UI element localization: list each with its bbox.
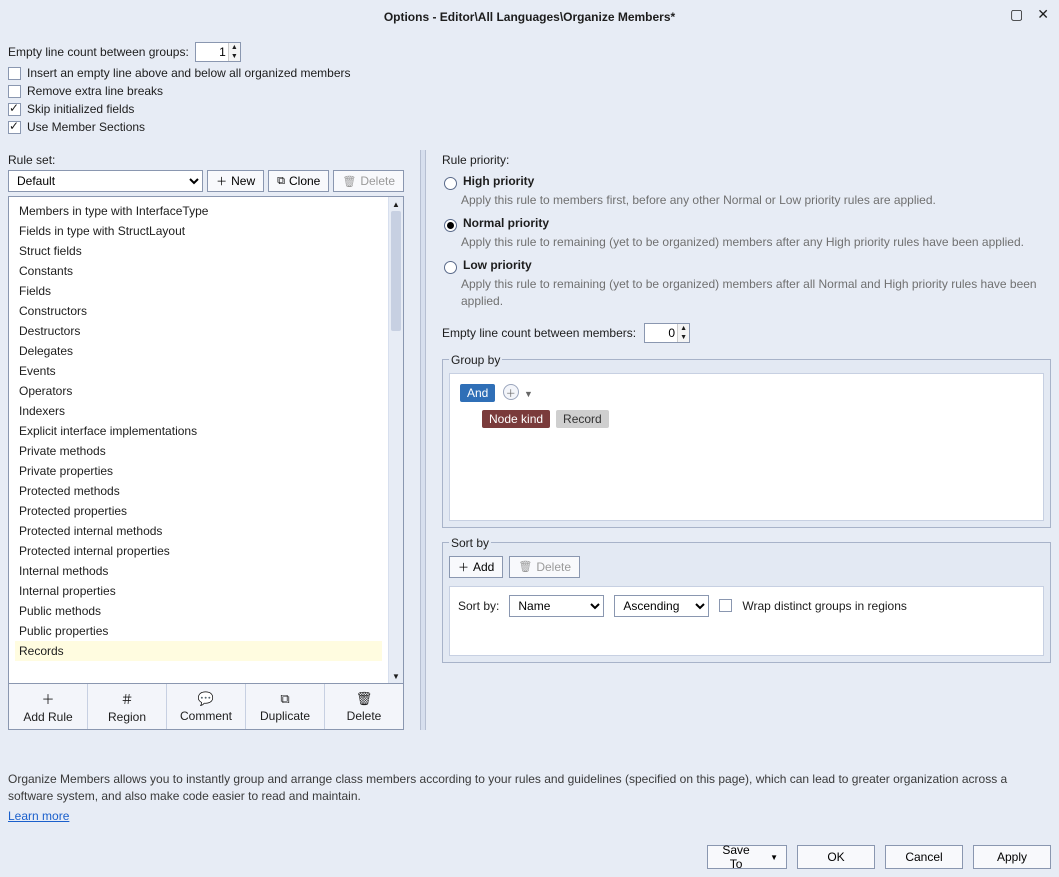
rule-item[interactable]: Operators	[15, 381, 382, 401]
sort-by-label: Sort by:	[458, 599, 499, 613]
priority-low-radio[interactable]	[444, 261, 457, 274]
copy-icon: ⧉	[277, 175, 285, 188]
rule-item[interactable]: Public methods	[15, 601, 382, 621]
ruleset-select[interactable]: Default	[8, 170, 203, 192]
rule-item[interactable]: Protected properties	[15, 501, 382, 521]
add-condition-button[interactable]: ＋	[503, 384, 519, 400]
delete-ruleset-button: 🗑 Delete	[333, 170, 404, 192]
members-line-label: Empty line count between members:	[442, 326, 636, 340]
trash-icon: 🗑	[342, 175, 356, 188]
scroll-up-icon[interactable]: ▲	[389, 197, 403, 211]
toolbar-icon: ＋	[41, 689, 54, 708]
rule-item[interactable]: Public properties	[15, 621, 382, 641]
clone-button[interactable]: ⧉ Clone	[268, 170, 329, 192]
line-count-label: Empty line count between groups:	[8, 45, 189, 59]
rule-item[interactable]: Delegates	[15, 341, 382, 361]
priority-label: Rule priority:	[442, 150, 1051, 170]
logic-chip[interactable]: And	[460, 384, 495, 402]
rules-list[interactable]: Members in type with InterfaceTypeFields…	[9, 197, 388, 683]
priority-normal-radio[interactable]	[444, 219, 457, 232]
rule-item[interactable]: Struct fields	[15, 241, 382, 261]
priority-high-label[interactable]: High priority	[463, 174, 534, 188]
toolbar-icon: 💬	[198, 691, 214, 707]
sort-by-legend: Sort by	[449, 536, 491, 550]
priority-low-desc: Apply this rule to remaining (yet to be …	[461, 276, 1051, 308]
rule-item[interactable]: Events	[15, 361, 382, 381]
apply-button[interactable]: Apply	[973, 845, 1051, 869]
skip-init-label[interactable]: Skip initialized fields	[27, 102, 134, 116]
delete-sort-button: 🗑 Delete	[509, 556, 580, 578]
save-to-button[interactable]: Save To	[707, 845, 787, 869]
spinner-up-icon[interactable]: ▲	[228, 43, 240, 52]
help-text: Organize Members allows you to instantly…	[8, 771, 1051, 805]
rule-item[interactable]: Protected internal methods	[15, 521, 382, 541]
rule-item[interactable]: Indexers	[15, 401, 382, 421]
chevron-down-icon[interactable]: ▼	[524, 389, 533, 399]
add-sort-button[interactable]: ＋ Add	[449, 556, 503, 578]
priority-high-desc: Apply this rule to members first, before…	[461, 192, 1051, 208]
wrap-regions-checkbox[interactable]	[719, 599, 732, 612]
rule-item[interactable]: Protected internal properties	[15, 541, 382, 561]
rule-item[interactable]: Explicit interface implementations	[15, 421, 382, 441]
comment-button[interactable]: 💬Comment	[167, 684, 246, 729]
rule-item[interactable]: Protected methods	[15, 481, 382, 501]
insert-empty-checkbox[interactable]	[8, 67, 21, 80]
use-sections-checkbox[interactable]	[8, 121, 21, 134]
rule-item[interactable]: Private properties	[15, 461, 382, 481]
new-button[interactable]: ＋ New	[207, 170, 264, 192]
toolbar-icon: ＃	[120, 689, 133, 708]
rule-item[interactable]: Fields in type with StructLayout	[15, 221, 382, 241]
region-button[interactable]: ＃Region	[88, 684, 167, 729]
scroll-thumb[interactable]	[391, 211, 401, 331]
splitter[interactable]	[420, 150, 426, 730]
priority-low-label[interactable]: Low priority	[463, 258, 532, 272]
rule-item[interactable]: Members in type with InterfaceType	[15, 201, 382, 221]
trash-icon: 🗑	[518, 560, 532, 573]
rule-item[interactable]: Constants	[15, 261, 382, 281]
insert-empty-label[interactable]: Insert an empty line above and below all…	[27, 66, 351, 80]
learn-more-link[interactable]: Learn more	[8, 809, 69, 823]
rule-item[interactable]: Private methods	[15, 441, 382, 461]
delete-button[interactable]: 🗑Delete	[325, 684, 403, 729]
toolbar-icon: 🗑	[356, 691, 373, 707]
plus-icon: ＋	[458, 559, 469, 575]
toolbar-icon: ⧉	[280, 691, 289, 707]
scroll-down-icon[interactable]: ▼	[389, 669, 403, 683]
groupby-chip[interactable]: Record	[556, 410, 609, 428]
sort-direction-select[interactable]: Ascending	[614, 595, 709, 617]
remove-breaks-label[interactable]: Remove extra line breaks	[27, 84, 163, 98]
spinner-down-icon[interactable]: ▼	[228, 52, 240, 61]
priority-high-radio[interactable]	[444, 177, 457, 190]
duplicate-button[interactable]: ⧉Duplicate	[246, 684, 325, 729]
priority-normal-label[interactable]: Normal priority	[463, 216, 549, 230]
rule-item[interactable]: Fields	[15, 281, 382, 301]
spinner-up-icon[interactable]: ▲	[677, 324, 689, 333]
group-by-body: And ＋ ▼ Node kind Record	[449, 373, 1044, 521]
close-icon[interactable]: ✕	[1037, 6, 1049, 23]
rule-item[interactable]: Records	[15, 641, 382, 661]
priority-normal-desc: Apply this rule to remaining (yet to be …	[461, 234, 1051, 250]
skip-init-checkbox[interactable]	[8, 103, 21, 116]
group-by-legend: Group by	[449, 353, 502, 367]
rule-item[interactable]: Destructors	[15, 321, 382, 341]
ruleset-label: Rule set:	[8, 150, 404, 170]
rule-item[interactable]: Internal properties	[15, 581, 382, 601]
ok-button[interactable]: OK	[797, 845, 875, 869]
rule-item[interactable]: Constructors	[15, 301, 382, 321]
rule-item[interactable]: Internal methods	[15, 561, 382, 581]
use-sections-label[interactable]: Use Member Sections	[27, 120, 145, 134]
groupby-chip[interactable]: Node kind	[482, 410, 550, 428]
remove-breaks-checkbox[interactable]	[8, 85, 21, 98]
window-title: Options - Editor\All Languages\Organize …	[0, 0, 1059, 30]
wrap-regions-label[interactable]: Wrap distinct groups in regions	[742, 599, 907, 613]
scrollbar[interactable]: ▲ ▼	[388, 197, 403, 683]
cancel-button[interactable]: Cancel	[885, 845, 963, 869]
spinner-down-icon[interactable]: ▼	[677, 333, 689, 342]
plus-icon: ＋	[216, 173, 227, 189]
sort-field-select[interactable]: Name	[509, 595, 604, 617]
add-rule-button[interactable]: ＋Add Rule	[9, 684, 88, 729]
maximize-icon[interactable]: ▢	[1010, 6, 1023, 23]
